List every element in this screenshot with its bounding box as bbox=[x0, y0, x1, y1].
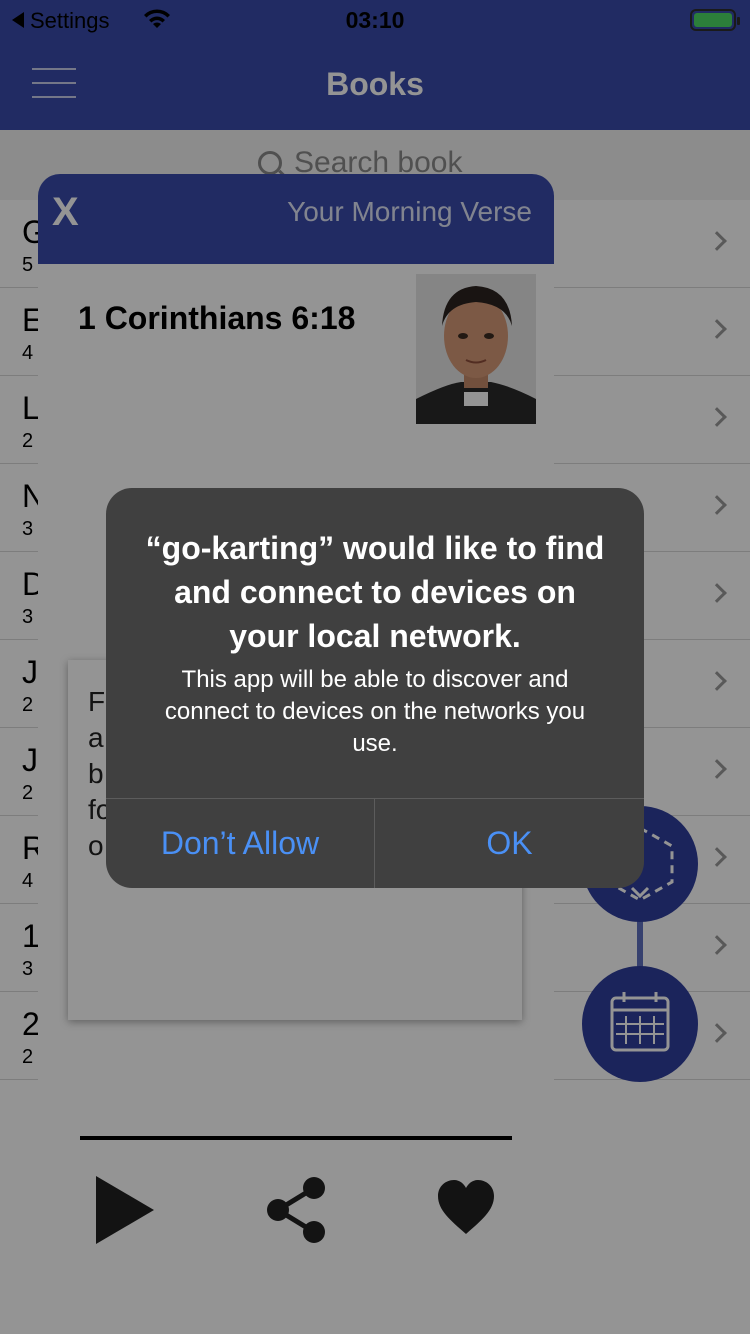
dont-allow-button[interactable]: Don’t Allow bbox=[106, 799, 374, 888]
ok-button[interactable]: OK bbox=[375, 799, 644, 888]
local-network-permission-alert: “go-karting” would like to find and conn… bbox=[106, 488, 644, 888]
alert-message: This app will be able to discover and co… bbox=[164, 666, 586, 757]
alert-title: “go-karting” would like to find and conn… bbox=[145, 530, 605, 654]
